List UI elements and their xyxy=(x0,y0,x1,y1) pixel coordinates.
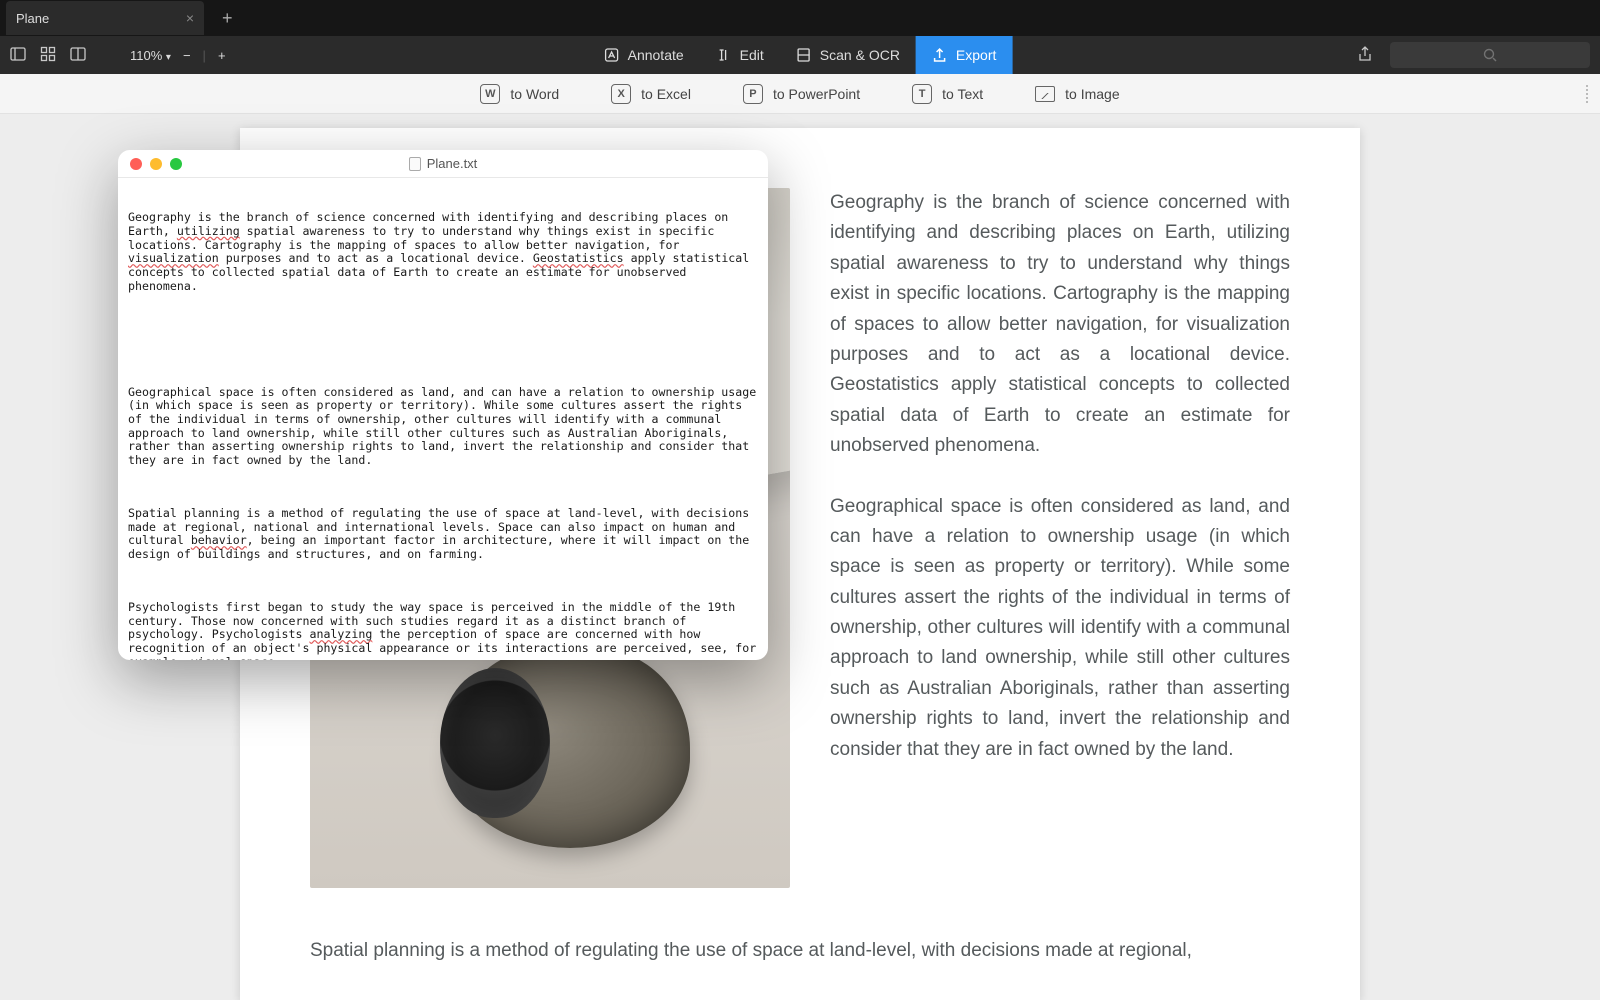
text-window-titlebar[interactable]: Plane.txt xyxy=(118,150,768,178)
subtoolbar-handle-icon[interactable] xyxy=(1586,85,1590,103)
tab-title: Plane xyxy=(16,11,49,26)
powerpoint-icon: P xyxy=(743,84,763,104)
txt-para-2: Geographical space is often considered a… xyxy=(128,386,758,468)
export-label: Export xyxy=(956,47,996,63)
txt-para-1: Geography is the branch of science conce… xyxy=(128,211,758,293)
export-powerpoint-label: to PowerPoint xyxy=(773,86,860,102)
excel-icon: X xyxy=(611,84,631,104)
share-icon[interactable] xyxy=(1356,45,1374,66)
search-box[interactable] xyxy=(1390,42,1590,68)
annotate-label: Annotate xyxy=(628,47,684,63)
scan-label: Scan & OCR xyxy=(820,47,900,63)
edit-button[interactable]: Edit xyxy=(700,36,780,74)
page-paragraph-3: Spatial planning is a method of regulati… xyxy=(310,936,1290,966)
document-tab[interactable]: Plane × xyxy=(6,1,204,35)
export-text-label: to Text xyxy=(942,86,983,102)
text-output-window[interactable]: Plane.txt Geography is the branch of sci… xyxy=(118,150,768,660)
export-excel-label: to Excel xyxy=(641,86,691,102)
zoom-out-button[interactable]: − xyxy=(183,48,191,63)
txt-para-spacer1 xyxy=(128,333,758,347)
zoom-controls: 110% ▾ − | + xyxy=(130,48,226,63)
export-subtoolbar: W to Word X to Excel P to PowerPoint T t… xyxy=(0,74,1600,114)
export-to-excel-button[interactable]: X to Excel xyxy=(605,80,697,108)
txt-para-3: Spatial planning is a method of regulati… xyxy=(128,507,758,562)
new-tab-button[interactable]: + xyxy=(222,8,233,29)
close-tab-icon[interactable]: × xyxy=(186,10,194,26)
window-minimize-icon[interactable] xyxy=(150,158,162,170)
page-paragraph-2: Geographical space is often considered a… xyxy=(830,492,1290,766)
search-icon xyxy=(1482,47,1498,63)
titlebar: Plane × + xyxy=(0,0,1600,36)
text-window-body[interactable]: Geography is the branch of science conce… xyxy=(118,178,768,660)
text-icon: T xyxy=(912,84,932,104)
export-to-powerpoint-button[interactable]: P to PowerPoint xyxy=(737,80,866,108)
annotate-button[interactable]: Annotate xyxy=(588,36,700,74)
export-to-word-button[interactable]: W to Word xyxy=(474,80,565,108)
main-toolbar: 110% ▾ − | + Annotate Edit Scan & OCR Ex… xyxy=(0,36,1600,74)
text-window-title: Plane.txt xyxy=(118,156,768,171)
image-icon xyxy=(1035,86,1055,102)
window-zoom-icon[interactable] xyxy=(170,158,182,170)
txt-para-4: Psychologists first began to study the w… xyxy=(128,601,758,660)
page-paragraph-1: Geography is the branch of science conce… xyxy=(830,188,1290,462)
window-close-icon[interactable] xyxy=(130,158,142,170)
export-word-label: to Word xyxy=(510,86,559,102)
edit-label: Edit xyxy=(740,47,764,63)
word-icon: W xyxy=(480,84,500,104)
document-icon xyxy=(409,157,421,171)
export-button[interactable]: Export xyxy=(916,36,1012,74)
zoom-value[interactable]: 110% ▾ xyxy=(130,48,171,63)
reading-view-icon[interactable] xyxy=(70,46,86,65)
export-image-label: to Image xyxy=(1065,86,1119,102)
page-text-column: Geography is the branch of science conce… xyxy=(830,188,1290,888)
zoom-in-button[interactable]: + xyxy=(218,48,226,63)
export-to-image-button[interactable]: to Image xyxy=(1029,80,1125,108)
export-to-text-button[interactable]: T to Text xyxy=(906,80,989,108)
sidebar-toggle-icon[interactable] xyxy=(10,46,26,65)
thumbnails-icon[interactable] xyxy=(40,46,56,65)
scan-ocr-button[interactable]: Scan & OCR xyxy=(780,36,916,74)
